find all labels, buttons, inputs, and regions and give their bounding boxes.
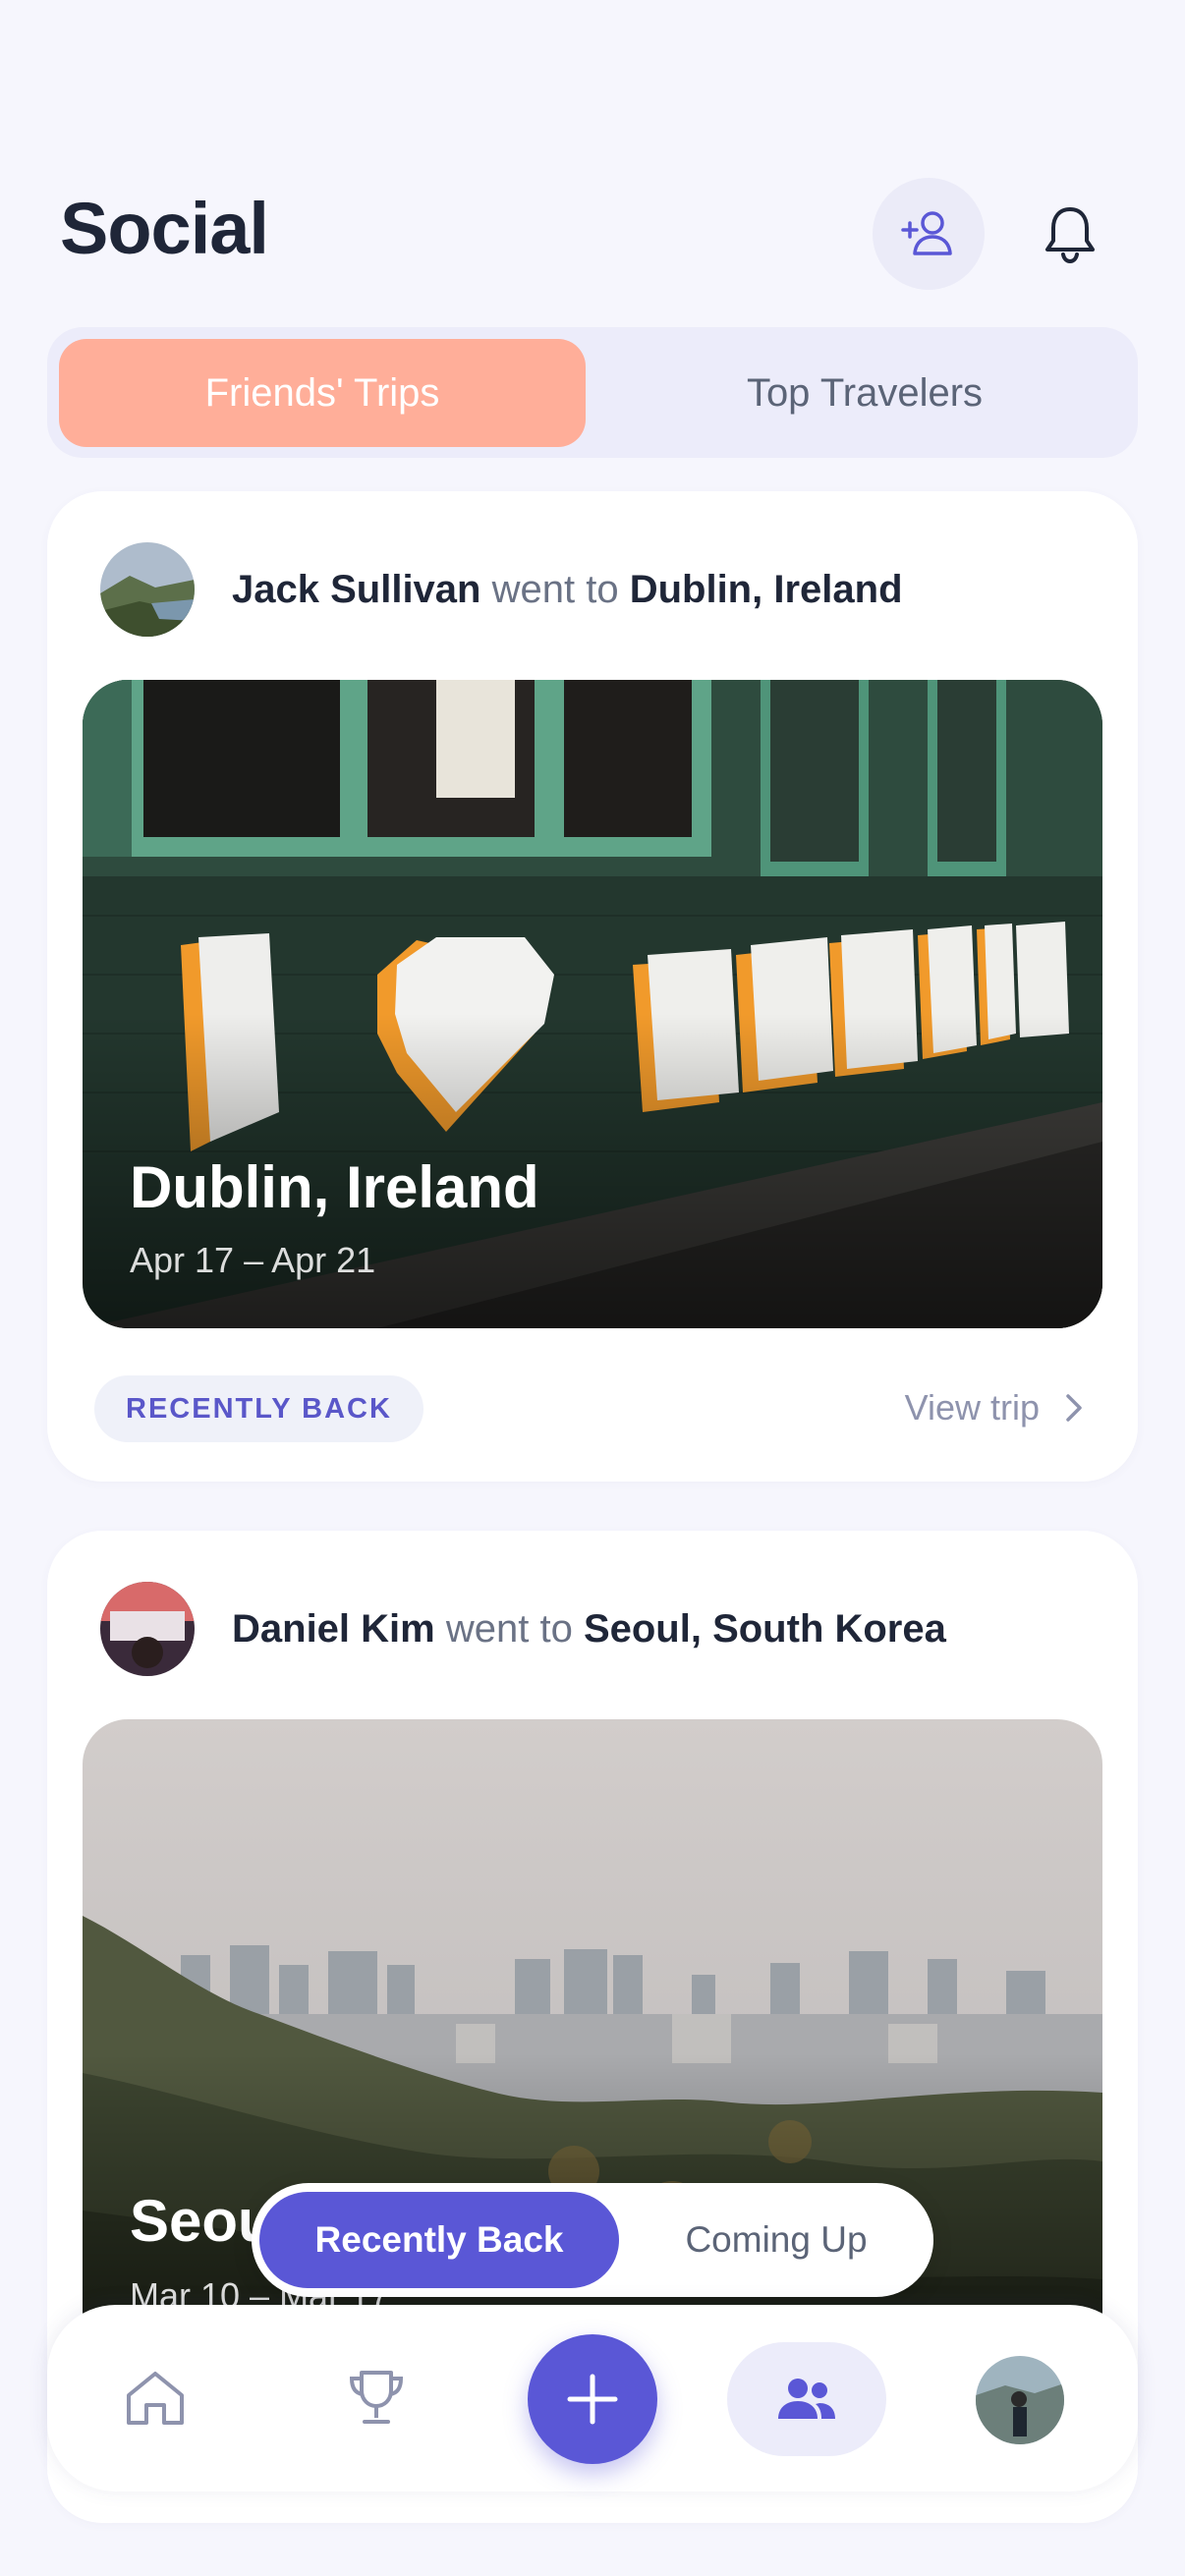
verb-text: went to [445, 1606, 573, 1651]
tab-bar: Friends' Trips Top Travelers [47, 327, 1138, 458]
photo-title: Dublin, Ireland [130, 1154, 539, 1220]
create-trip-button[interactable] [528, 2334, 657, 2464]
nav-home-button[interactable] [106, 2349, 204, 2447]
trip-card[interactable]: Jack Sullivan went to Dublin, Ireland Du… [47, 491, 1138, 1482]
tab-top-travelers[interactable]: Top Travelers [601, 339, 1128, 447]
chevron-right-icon [1066, 1394, 1082, 1422]
home-icon [127, 2372, 184, 2425]
avatar[interactable] [100, 542, 195, 637]
status-badge: RECENTLY BACK [94, 1375, 423, 1442]
people-icon [778, 2379, 835, 2419]
trip-dates: Apr 17 – Apr 21 [130, 1240, 376, 1280]
tab-friends-trips[interactable]: Friends' Trips [59, 339, 586, 447]
plus-icon [567, 2374, 618, 2425]
destination-name: Dublin, Ireland [629, 567, 903, 611]
filter-recently-back[interactable]: Recently Back [259, 2192, 619, 2288]
friend-name[interactable]: Jack Sullivan [232, 568, 480, 611]
trip-card-header: Daniel Kim went to Seoul, South Korea [100, 1582, 1099, 1676]
page-title: Social [60, 188, 269, 269]
nav-social-button[interactable] [727, 2342, 886, 2456]
trip-filter-toggle: Recently Back Coming Up [252, 2183, 933, 2297]
nav-leaderboard-button[interactable] [327, 2349, 425, 2447]
destination-name: Seoul, South Korea [583, 1606, 946, 1651]
verb-text: went to [491, 567, 619, 611]
notifications-button[interactable] [1014, 178, 1126, 290]
trip-card-header: Jack Sullivan went to Dublin, Ireland [100, 542, 1099, 637]
avatar[interactable] [100, 1582, 195, 1676]
trip-photo[interactable]: Dublin, Ireland Apr 17 – Apr 21 [83, 680, 1102, 1328]
add-friend-button[interactable] [873, 178, 985, 290]
profile-avatar[interactable] [976, 2356, 1064, 2444]
friend-name[interactable]: Daniel Kim [232, 1607, 435, 1651]
bottom-nav [47, 2305, 1138, 2492]
filter-coming-up[interactable]: Coming Up [627, 2192, 926, 2288]
view-trip-label: View trip [904, 1387, 1040, 1428]
person-add-icon [901, 211, 952, 255]
view-trip-link[interactable]: View trip [905, 1387, 1083, 1428]
bell-icon [1045, 207, 1095, 264]
trophy-icon [349, 2371, 404, 2424]
